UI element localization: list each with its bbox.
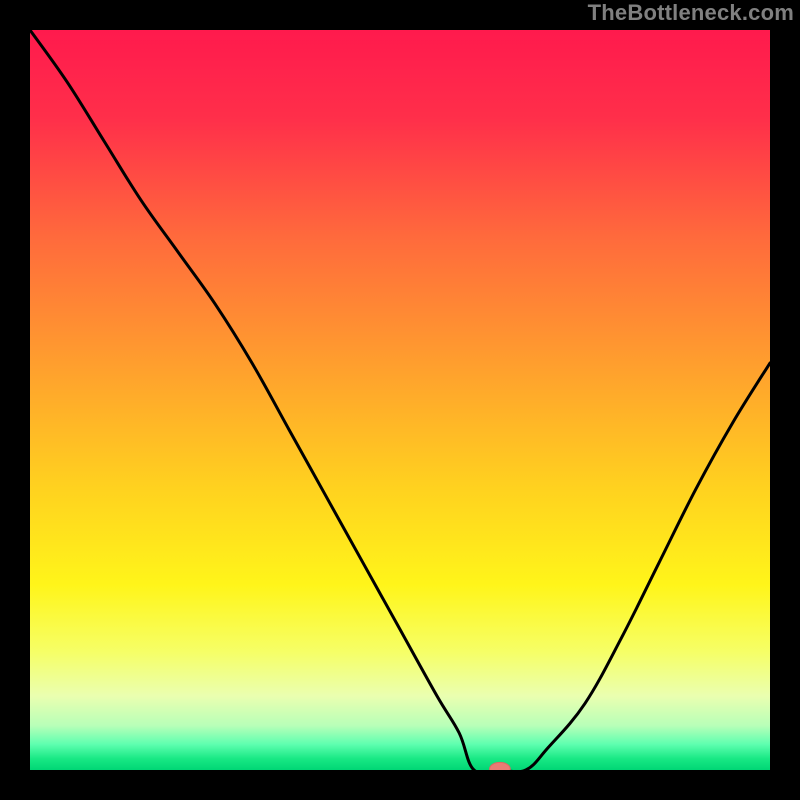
plot-frame — [30, 30, 770, 770]
plot-svg — [30, 30, 770, 770]
attribution-text: TheBottleneck.com — [588, 0, 794, 26]
chart-root: TheBottleneck.com — [0, 0, 800, 800]
gradient-background — [30, 30, 770, 770]
